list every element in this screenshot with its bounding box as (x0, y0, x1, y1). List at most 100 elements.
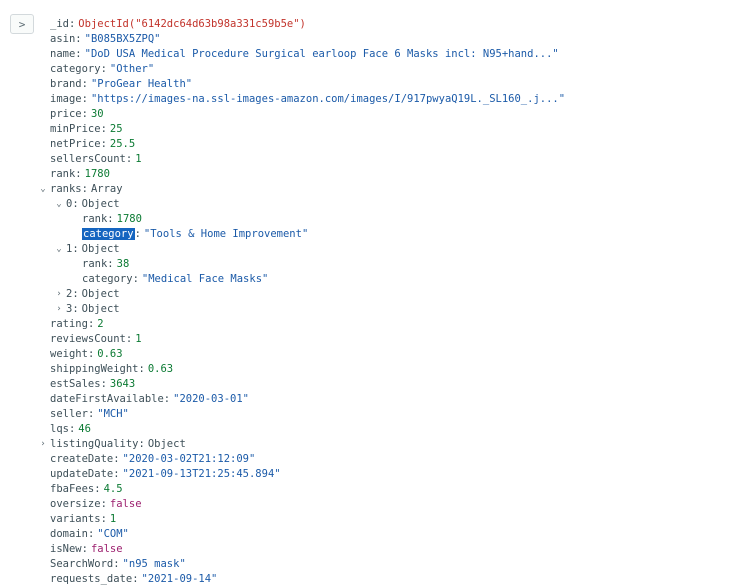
field-value[interactable]: 1 (135, 333, 141, 345)
field-row[interactable]: ⌄ ranks: Array (0, 182, 734, 197)
field-value[interactable]: 1780 (117, 213, 142, 225)
field-value[interactable]: Object (82, 288, 120, 300)
field-row[interactable]: image: "https://images-na.ssl-images-amaz… (0, 92, 734, 107)
field-key[interactable]: sellersCount (50, 153, 126, 165)
field-value[interactable]: 1780 (85, 168, 110, 180)
field-value[interactable]: "COM" (97, 528, 129, 540)
field-key[interactable]: ranks (50, 183, 82, 195)
field-value[interactable]: "2021-09-14" (142, 573, 218, 585)
field-row[interactable]: › 3: Object (0, 302, 734, 317)
field-value[interactable]: 38 (117, 258, 130, 270)
field-row[interactable]: estSales: 3643 (0, 377, 734, 392)
field-row[interactable]: oversize: false (0, 497, 734, 512)
field-row[interactable]: SearchWord: "n95 mask" (0, 557, 734, 572)
field-value[interactable]: 3643 (110, 378, 135, 390)
field-key[interactable]: listingQuality (50, 438, 139, 450)
field-row[interactable]: rating: 2 (0, 317, 734, 332)
field-row[interactable]: ⌄ 0: Object (0, 197, 734, 212)
chevron-right-icon[interactable]: › (54, 287, 64, 302)
field-value[interactable]: "Tools & Home Improvement" (144, 228, 308, 240)
field-key[interactable]: _id (50, 18, 69, 30)
field-key[interactable]: image (50, 93, 82, 105)
field-value[interactable]: 1 (135, 153, 141, 165)
field-row[interactable]: category: "Tools & Home Improvement" (0, 227, 734, 242)
field-value[interactable]: 25 (110, 123, 123, 135)
field-value[interactable]: ObjectId("6142dc64d63b98a331c59b5e") (78, 18, 306, 30)
field-value[interactable]: "DoD USA Medical Procedure Surgical earl… (85, 48, 559, 60)
field-row[interactable]: reviewsCount: 1 (0, 332, 734, 347)
field-row[interactable]: dateFirstAvailable: "2020-03-01" (0, 392, 734, 407)
field-value[interactable]: "https://images-na.ssl-images-amazon.com… (91, 93, 565, 105)
field-value[interactable]: 46 (78, 423, 91, 435)
field-key[interactable]: updateDate (50, 468, 113, 480)
field-key[interactable]: price (50, 108, 82, 120)
field-value[interactable]: "Medical Face Masks" (142, 273, 268, 285)
field-value[interactable]: "B085BX5ZPQ" (85, 33, 161, 45)
field-row[interactable]: asin: "B085BX5ZPQ" (0, 32, 734, 47)
field-row[interactable]: weight: 0.63 (0, 347, 734, 362)
field-key[interactable]: dateFirstAvailable (50, 393, 164, 405)
field-value[interactable]: "2020-03-02T21:12:09" (123, 453, 256, 465)
field-key[interactable]: reviewsCount (50, 333, 126, 345)
field-row[interactable]: minPrice: 25 (0, 122, 734, 137)
field-row[interactable]: category: "Other" (0, 62, 734, 77)
field-value[interactable]: Object (82, 243, 120, 255)
field-key[interactable]: category (50, 63, 101, 75)
field-value[interactable]: "ProGear Health" (91, 78, 192, 90)
field-value[interactable]: Object (82, 198, 120, 210)
field-key[interactable]: shippingWeight (50, 363, 139, 375)
field-value[interactable]: false (91, 543, 123, 555)
field-key[interactable]: category (82, 228, 135, 240)
field-key[interactable]: rank (82, 213, 107, 225)
field-value[interactable]: Object (148, 438, 186, 450)
field-key[interactable]: requests_date (50, 573, 132, 585)
field-value[interactable]: "2020-03-01" (173, 393, 249, 405)
chevron-down-icon[interactable]: ⌄ (54, 242, 64, 257)
field-value[interactable]: 1 (110, 513, 116, 525)
field-key[interactable]: estSales (50, 378, 101, 390)
field-key[interactable]: rating (50, 318, 88, 330)
field-row[interactable]: _id: ObjectId("6142dc64d63b98a331c59b5e") (0, 17, 734, 32)
chevron-right-icon[interactable]: › (38, 437, 48, 452)
chevron-right-icon[interactable]: › (54, 302, 64, 317)
field-key[interactable]: minPrice (50, 123, 101, 135)
field-key[interactable]: domain (50, 528, 88, 540)
field-value[interactable]: false (110, 498, 142, 510)
field-key[interactable]: createDate (50, 453, 113, 465)
field-key[interactable]: weight (50, 348, 88, 360)
field-row[interactable]: seller: "MCH" (0, 407, 734, 422)
field-row[interactable]: createDate: "2020-03-02T21:12:09" (0, 452, 734, 467)
field-value[interactable]: 25.5 (110, 138, 135, 150)
field-key[interactable]: lqs (50, 423, 69, 435)
field-key[interactable]: rank (50, 168, 75, 180)
chevron-down-icon[interactable]: ⌄ (54, 197, 64, 212)
field-row[interactable]: rank: 1780 (0, 212, 734, 227)
field-key[interactable]: variants (50, 513, 101, 525)
field-key[interactable]: seller (50, 408, 88, 420)
field-row[interactable]: shippingWeight: 0.63 (0, 362, 734, 377)
field-key[interactable]: name (50, 48, 75, 60)
chevron-down-icon[interactable]: ⌄ (38, 182, 48, 197)
field-value[interactable]: "2021-09-13T21:25:45.894" (123, 468, 281, 480)
field-row[interactable]: requests_date: "2021-09-14" (0, 572, 734, 587)
field-value[interactable]: 30 (91, 108, 104, 120)
field-row[interactable]: › 2: Object (0, 287, 734, 302)
field-row[interactable]: fbaFees: 4.5 (0, 482, 734, 497)
field-row[interactable]: rank: 1780 (0, 167, 734, 182)
field-key[interactable]: asin (50, 33, 75, 45)
field-row[interactable]: brand: "ProGear Health" (0, 77, 734, 92)
field-row[interactable]: ⌄ 1: Object (0, 242, 734, 257)
field-key[interactable]: oversize (50, 498, 101, 510)
field-value[interactable]: 2 (97, 318, 103, 330)
field-row[interactable]: domain: "COM" (0, 527, 734, 542)
field-row[interactable]: price: 30 (0, 107, 734, 122)
field-key[interactable]: rank (82, 258, 107, 270)
field-key[interactable]: brand (50, 78, 82, 90)
field-key[interactable]: SearchWord (50, 558, 113, 570)
field-row[interactable]: name: "DoD USA Medical Procedure Surgical… (0, 47, 734, 62)
field-row[interactable]: category: "Medical Face Masks" (0, 272, 734, 287)
field-row[interactable]: variants: 1 (0, 512, 734, 527)
field-key[interactable]: fbaFees (50, 483, 94, 495)
field-value[interactable]: "MCH" (97, 408, 129, 420)
field-value[interactable]: 4.5 (104, 483, 123, 495)
